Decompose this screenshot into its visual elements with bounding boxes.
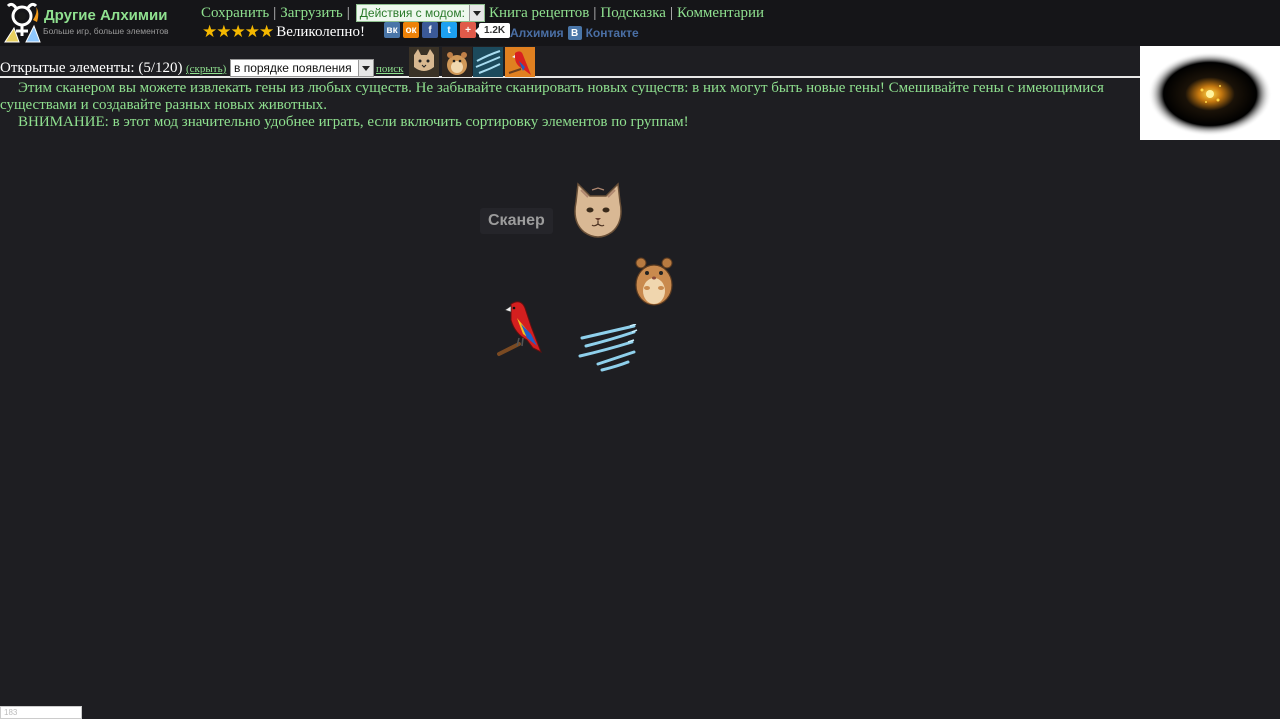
mod-actions-dropdown[interactable]: Действия с модом: — [355, 4, 485, 22]
sort-order-dropdown[interactable]: в порядке появления — [230, 59, 374, 77]
star-icon[interactable]: ★ — [216, 23, 231, 40]
mod-actions-label: Действия с модом: — [356, 5, 469, 21]
star-icon[interactable]: ★ — [259, 23, 274, 40]
share-count: 1.2K — [474, 22, 511, 38]
hide-elements-link[interactable]: (скрыть) — [186, 63, 226, 75]
star-icon[interactable]: ★ — [231, 23, 246, 40]
nav-separator: | — [593, 4, 597, 21]
chevron-down-icon — [358, 60, 373, 76]
star-icon[interactable]: ★ — [245, 23, 260, 40]
comments-link[interactable]: Комментарии — [677, 5, 764, 22]
nav-separator: | — [273, 4, 277, 21]
vk-group-link[interactable]: Алхимия В Контакте — [510, 25, 639, 41]
opened-elements-label: Открытые элементы: (5/120) — [0, 60, 183, 76]
save-link[interactable]: Сохранить — [201, 5, 269, 22]
rating-text: Великолепно! — [276, 23, 365, 40]
hamster-icon[interactable] — [633, 255, 675, 307]
star-icon[interactable]: ★ — [202, 23, 217, 40]
cat-icon[interactable] — [570, 182, 626, 240]
galaxy-icon — [1148, 52, 1272, 136]
visit-counter[interactable]: 183 — [0, 706, 82, 719]
warning-text: ВНИМАНИЕ: в этот мод значительно удобнее… — [18, 114, 689, 130]
vk-group-suffix: Контакте — [585, 26, 639, 40]
fish-icon[interactable] — [578, 324, 638, 372]
recipe-book-link[interactable]: Книга рецептов — [489, 5, 589, 22]
vk-icon: В — [567, 26, 582, 40]
description-text: Этим сканером вы можете извлекать гены и… — [0, 80, 1104, 113]
load-link[interactable]: Загрузить — [280, 5, 342, 22]
site-logo[interactable] — [2, 2, 42, 44]
vk-group-name: Алхимия — [510, 26, 564, 40]
sort-order-value: в порядке появления — [234, 61, 352, 75]
scanner-element[interactable]: Сканер — [480, 208, 553, 234]
fish-icon[interactable] — [473, 47, 503, 77]
mod-description: Этим сканером вы можете извлекать гены и… — [0, 80, 1138, 131]
chevron-down-icon — [468, 5, 484, 21]
facebook-icon[interactable]: f — [422, 22, 438, 38]
odnoklassniki-icon[interactable]: ок — [403, 22, 419, 38]
parrot-icon[interactable] — [497, 300, 547, 360]
nav-separator: | — [669, 4, 673, 21]
parrot-icon[interactable] — [505, 47, 535, 77]
plus-icon[interactable]: + — [460, 22, 476, 38]
site-header: Другие Алхимии Больше игр, больше элемен… — [0, 0, 1280, 46]
workspace[interactable]: Сканер — [0, 140, 1280, 719]
site-subtitle: Больше игр, больше элементов — [43, 26, 169, 36]
hamster-icon[interactable] — [442, 47, 472, 77]
share-buttons: вк ок f t + 1.2K — [384, 22, 511, 38]
element-preview — [1140, 46, 1280, 140]
vk-icon[interactable]: вк — [384, 22, 400, 38]
opened-elements-bar: Открытые элементы: (5/120) (скрыть) в по… — [0, 46, 1140, 78]
site-title[interactable]: Другие Алхимии — [44, 7, 167, 24]
search-link[interactable]: поиск — [376, 63, 404, 75]
top-navigation: Сохранить | Загрузить | Действия с модом… — [201, 4, 764, 22]
twitter-icon[interactable]: t — [441, 22, 457, 38]
hint-link[interactable]: Подсказка — [600, 5, 666, 22]
cat-icon[interactable] — [409, 47, 439, 77]
nav-separator: | — [346, 4, 350, 21]
rating: ★ ★ ★ ★ ★ Великолепно! — [202, 23, 365, 41]
